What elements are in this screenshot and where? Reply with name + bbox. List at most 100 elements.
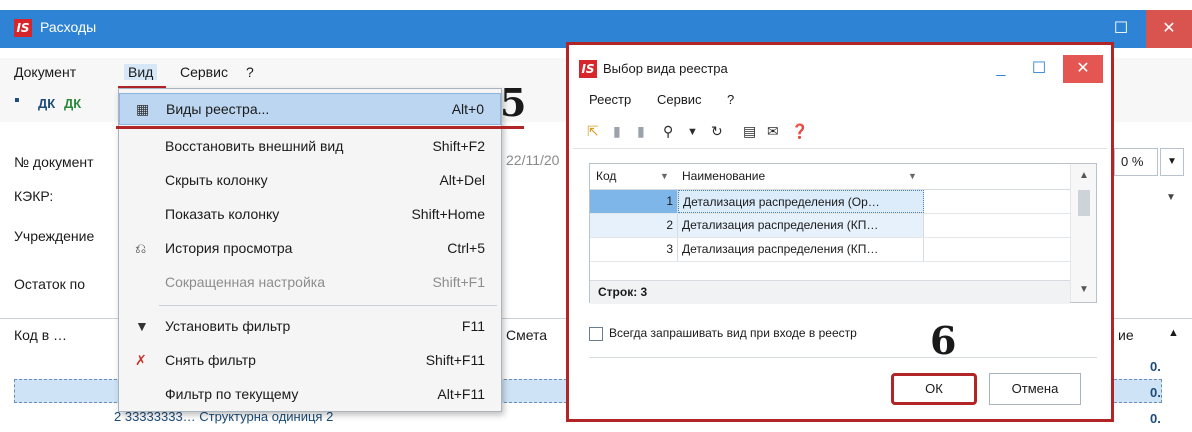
menu-item-restore-view[interactable]: Восстановить внешний вид Shift+F2 [119,131,501,163]
dk-icon[interactable]: ДК [38,96,55,111]
dialog-titlebar: IS Выбор вида реестра _ ☐ ✕ [573,49,1107,89]
grid-header-code[interactable]: Код в … [14,327,67,343]
col-code-header[interactable]: Код [596,169,616,183]
menu-item-history[interactable]: ⎌ История просмотра Ctrl+5 [119,233,501,265]
row-code: 3 [590,238,678,261]
grid-header-right[interactable]: ие [1118,327,1134,343]
maximize-icon[interactable]: ☐ [1021,55,1057,83]
menu-item-set-filter[interactable]: ▼ Установить фильтр F11 [119,311,501,343]
view-types-table: Код ▼ Наименование ▼ 1 Детализация распр… [589,163,1097,304]
menu-item-shortcut: Shift+Home [411,206,485,222]
view-select-dialog: IS Выбор вида реестра _ ☐ ✕ Реестр Серви… [566,42,1114,422]
menu-item-shortcut: Shift+F1 [432,274,485,290]
clear-filter-icon: ✗ [135,352,147,368]
table-row[interactable]: 2 Детализация распределения (КП… [590,214,1070,238]
pct-field[interactable]: 0 % [1114,148,1158,176]
institution-label: Учреждение [14,228,95,244]
table-row[interactable]: 1 Детализация распределения (Ор… [590,190,1070,214]
pct-symbol: % [1131,154,1144,169]
menu-item-shortcut: Shift+F11 [425,352,485,368]
kekr-label: КЭКР: [14,188,54,204]
menu-item-label: Фильтр по текущему [165,386,299,402]
menu-separator [159,305,497,306]
kekr-dropdown-icon[interactable]: ▼ [1160,186,1182,210]
menu-item-label: История просмотра [165,240,293,256]
menu-item-show-column[interactable]: Показать колонку Shift+Home [119,199,501,231]
dialog-toolbar: ⇱ ▮ ▮ ⚲ ▼ ↻ ▤ ✉ ❓ [573,115,1107,149]
scroll-up-icon[interactable]: ▲ [1071,170,1097,181]
chevron-down-icon[interactable]: ▼ [1160,148,1184,176]
dialog-menu-service[interactable]: Сервис [657,92,702,107]
menu-item-label: Показать колонку [165,206,280,222]
step6-number: 6 [930,318,957,363]
filter-icon[interactable]: ▼ [687,126,698,138]
close-icon[interactable]: ✕ [1063,55,1103,83]
step5-number: 5 [500,80,527,125]
cancel-button[interactable]: Отмена [989,373,1081,405]
window-title: Расходы [40,19,97,35]
menu-view[interactable]: Вид [124,64,158,80]
table-row[interactable]: 3 Детализация распределения (КП… [590,238,1070,262]
view-menu-dropdown: ▦ Виды реестра... Alt+0 Восстановить вне… [118,88,502,412]
table-footer: Строк: 3 [590,280,1070,304]
menu-service[interactable]: Сервис [180,64,228,80]
copy-icon[interactable]: ▮ [637,123,645,140]
dialog-menu-registry[interactable]: Реестр [589,92,631,107]
grid-header-smeta[interactable]: Смета [506,327,547,343]
filter-icon[interactable]: ▼ [908,171,917,181]
save-icon[interactable]: ▪ [14,92,20,110]
menu-help[interactable]: ? [246,64,254,80]
menu-item-label: Скрыть колонку [165,172,268,188]
sort-icon[interactable]: ▼ [660,171,669,181]
table-header: Код ▼ Наименование ▼ [590,164,1070,190]
doc-number-label: № документ [14,154,94,170]
menu-item-filter-current[interactable]: Фильтр по текущему Alt+F11 [119,379,501,411]
search-icon[interactable]: ⚲ [663,123,673,140]
scrollbar-thumb[interactable] [1078,190,1090,216]
menu-item-shortcut: Alt+F11 [437,386,485,402]
help-icon[interactable]: ❓ [791,123,808,140]
chevron-up-icon[interactable]: ▲ [1168,327,1179,339]
menu-item-shortcut: Alt+Del [439,172,485,188]
menu-item-label: Снять фильтр [165,352,256,368]
row-name: Детализация распределения (КП… [678,214,924,237]
vertical-scrollbar[interactable]: ▲ ▼ [1070,164,1096,302]
document-icon[interactable]: ▤ [743,123,756,140]
menu-document[interactable]: Документ [14,64,76,80]
refresh-icon[interactable]: ↻ [711,123,723,140]
date-value: 22/11/20 [506,152,560,168]
step5-underline [116,126,524,129]
row-value: 0. [1150,359,1161,374]
always-ask-row[interactable]: Всегда запрашивать вид при входе в реест… [589,325,989,345]
balance-label: Остаток по [14,276,86,292]
menu-item-clear-filter[interactable]: ✗ Снять фильтр Shift+F11 [119,345,501,377]
dialog-title: Выбор вида реестра [603,61,728,76]
mail-icon[interactable]: ✉ [767,123,779,140]
col-name-header[interactable]: Наименование [682,169,765,183]
history-icon: ⎌ [135,240,147,256]
menu-item-shortcut: Ctrl+5 [447,240,485,256]
row-code: 2 [590,214,678,237]
grid-icon: ▦ [136,101,150,117]
dialog-logo: IS [579,60,597,78]
menu-item-label: Установить фильтр [165,318,291,334]
menu-item-hide-column[interactable]: Скрыть колонку Alt+Del [119,165,501,197]
row-value: 0. [1150,385,1161,400]
edit-icon[interactable]: ▮ [613,123,621,140]
always-ask-checkbox[interactable] [589,327,603,341]
scroll-down-icon[interactable]: ▼ [1071,284,1097,295]
filter-icon: ▼ [135,318,149,334]
dialog-menubar: Реестр Сервис ? [573,89,1107,115]
close-icon[interactable]: ✕ [1146,10,1192,48]
always-ask-label: Всегда запрашивать вид при входе в реест… [609,326,857,340]
row-name: Детализация распределения (КП… [678,238,924,261]
row-code: 1 [590,190,678,213]
dk-add-icon[interactable]: ДК [64,96,81,111]
dialog-menu-help[interactable]: ? [727,92,734,107]
minimize-icon[interactable]: _ [983,55,1019,83]
menu-item-label: Восстановить внешний вид [165,138,344,154]
ok-button[interactable]: ОК [891,373,977,405]
pct-value: 0 [1121,154,1129,169]
menu-item-view-types[interactable]: ▦ Виды реестра... Alt+0 [119,93,501,125]
open-icon[interactable]: ⇱ [587,123,599,140]
